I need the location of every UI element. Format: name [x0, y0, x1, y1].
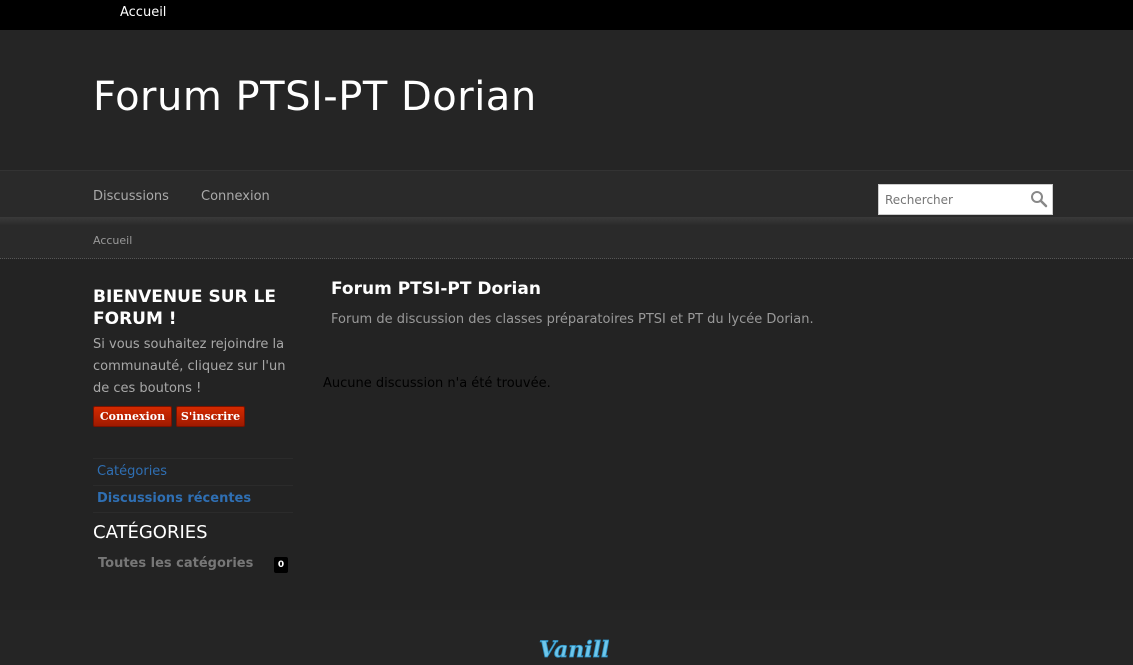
- sidebar-nav: Catégories Discussions récentes: [93, 458, 293, 513]
- site-title[interactable]: Forum PTSI-PT Dorian: [93, 74, 537, 120]
- empty-message: Aucune discussion n'a été trouvée.: [323, 376, 551, 391]
- search-input[interactable]: [879, 185, 1036, 214]
- category-item[interactable]: Toutes les catégories 0: [93, 554, 293, 576]
- search-icon[interactable]: [1030, 190, 1048, 208]
- vanilla-logo-text: Vanilla: [539, 637, 609, 662]
- categories-heading: CATÉGORIES: [93, 522, 208, 543]
- main-menu: Discussions Connexion: [0, 170, 1133, 218]
- breadcrumb-home[interactable]: Accueil: [93, 234, 132, 247]
- sidebar-link-categories[interactable]: Catégories: [97, 464, 167, 479]
- welcome-text: Si vous souhaitez rejoindre la communaut…: [93, 337, 286, 396]
- top-bar: Accueil: [0, 0, 1133, 30]
- menu-discussions[interactable]: Discussions: [93, 189, 169, 204]
- vanilla-logo[interactable]: Vanilla: [537, 632, 609, 662]
- sidebar-link-recent-discussions[interactable]: Discussions récentes: [97, 491, 251, 506]
- page-description: Forum de discussion des classes préparat…: [331, 312, 814, 327]
- category-label[interactable]: Toutes les catégories: [98, 556, 253, 571]
- home-link[interactable]: Accueil: [120, 5, 166, 20]
- welcome-title: BIENVENUE SUR LE FORUM !: [93, 287, 276, 329]
- menu-divider: [0, 217, 1133, 225]
- category-count-badge: 0: [274, 557, 288, 573]
- footer: Vanilla: [0, 610, 1133, 665]
- menu-connexion[interactable]: Connexion: [201, 189, 270, 204]
- register-button[interactable]: S'inscrire: [176, 406, 245, 427]
- sidebar-item-categories: Catégories: [93, 458, 293, 485]
- login-button[interactable]: Connexion: [93, 406, 172, 427]
- search-box: [878, 184, 1053, 215]
- sidebar-item-recent: Discussions récentes: [93, 485, 293, 513]
- breadcrumb: Accueil: [0, 225, 1133, 259]
- site-header: Forum PTSI-PT Dorian: [0, 30, 1133, 170]
- page-title: Forum PTSI-PT Dorian: [331, 279, 541, 299]
